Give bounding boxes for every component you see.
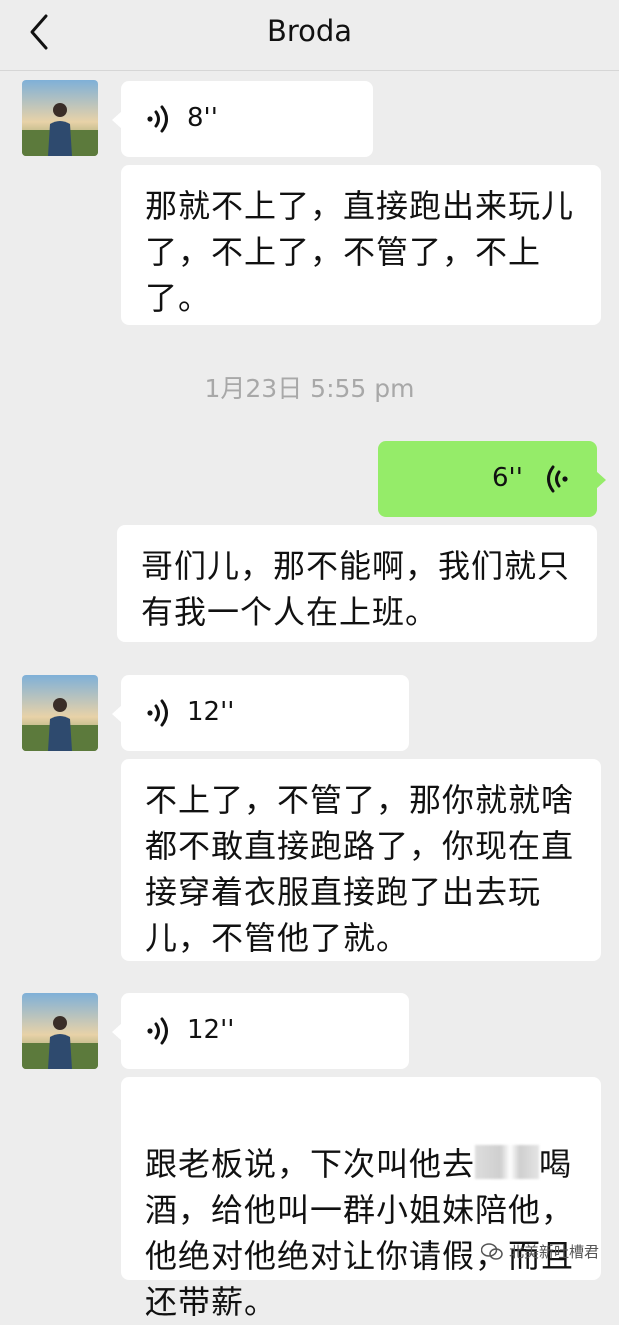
chat-header: Broda xyxy=(0,0,619,71)
message-text-part: 跟老板说，下次叫他去 xyxy=(145,1145,476,1183)
voice-duration: 12'' xyxy=(187,697,235,727)
voice-wave-icon xyxy=(147,1017,168,1045)
watermark: 北美新吐槽君 xyxy=(480,1242,599,1262)
sent-voice-message-bubble[interactable]: 6'' xyxy=(378,441,606,517)
redacted-blur xyxy=(475,1145,540,1179)
received-text-bubble[interactable]: 那就不上了，直接跑出来玩儿 了，不上了，不管了，不上 了。 xyxy=(121,165,601,325)
message-timestamp: 1月23日 5:55 pm xyxy=(204,374,415,403)
voice-wave-icon xyxy=(547,465,568,493)
received-text-bubble[interactable]: 不上了，不管了，那你就就啥 都不敢直接跑路了，你现在直 接穿着衣服直接跑了出去玩… xyxy=(121,759,601,961)
contact-avatar[interactable] xyxy=(22,80,98,156)
voice-message-bubble[interactable]: 12'' xyxy=(112,675,409,751)
voice-duration: 12'' xyxy=(187,1015,235,1045)
voice-wave-icon xyxy=(147,105,168,133)
contact-avatar[interactable] xyxy=(22,675,98,751)
contact-avatar[interactable] xyxy=(22,993,98,1069)
watermark-text: 北美新吐槽君 xyxy=(508,1243,599,1261)
voice-message-bubble[interactable]: 12'' xyxy=(112,993,409,1069)
voice-duration: 6'' xyxy=(492,463,523,493)
wechat-logo-icon xyxy=(480,1243,503,1260)
voice-duration: 8'' xyxy=(187,103,218,133)
message-text-part: 喝 xyxy=(539,1145,573,1183)
voice-wave-icon xyxy=(147,699,168,727)
voice-message-bubble[interactable]: 8'' xyxy=(112,81,373,157)
chat-title: Broda xyxy=(266,14,353,48)
received-text-bubble[interactable]: 哥们儿，那不能啊，我们就只 有我一个人在上班。 xyxy=(117,525,597,642)
